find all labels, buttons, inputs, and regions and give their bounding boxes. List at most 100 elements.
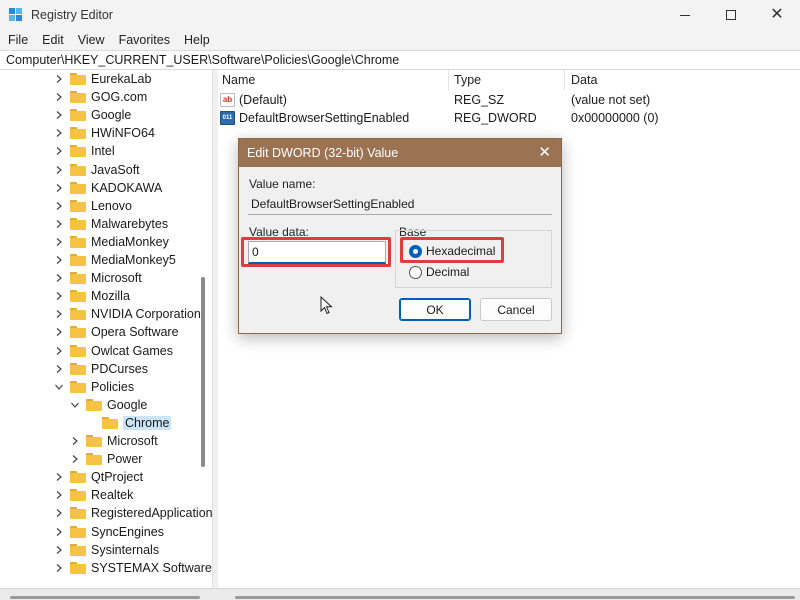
minimize-button[interactable] xyxy=(662,0,708,30)
chevron-right-icon[interactable] xyxy=(54,146,64,156)
menu-help[interactable]: Help xyxy=(184,33,210,47)
folder-icon xyxy=(70,489,86,502)
tree-item[interactable]: QtProject xyxy=(54,468,143,486)
tree-item-label: Intel xyxy=(91,144,115,159)
tree-item[interactable]: KADOKAWA xyxy=(54,179,162,197)
decimal-radio[interactable]: Decimal xyxy=(409,265,469,279)
tree-item[interactable]: MediaMonkey5 xyxy=(54,251,176,269)
tree-item[interactable]: PDCurses xyxy=(54,360,148,378)
menu-edit[interactable]: Edit xyxy=(42,33,64,47)
chevron-right-icon[interactable] xyxy=(54,201,64,211)
folder-icon xyxy=(86,435,102,447)
tree-item[interactable]: Malwarebytes xyxy=(54,215,168,233)
tree-item-label: Chrome xyxy=(123,415,172,430)
chevron-right-icon[interactable] xyxy=(54,309,64,319)
registry-editor-icon xyxy=(9,8,23,22)
chevron-right-icon[interactable] xyxy=(54,128,64,138)
chevron-right-icon[interactable] xyxy=(54,346,64,356)
tree-item-label: SYSTEMAX Software xyxy=(91,560,212,575)
chevron-right-icon[interactable] xyxy=(54,74,64,84)
chevron-right-icon[interactable] xyxy=(54,237,64,247)
values-horizontal-scrollbar[interactable] xyxy=(235,596,795,599)
tree-item-label: QtProject xyxy=(91,470,144,485)
column-header-name[interactable]: Name xyxy=(222,70,255,90)
chevron-down-icon[interactable] xyxy=(54,382,64,392)
tree-item[interactable]: Policies xyxy=(54,378,134,396)
address-bar[interactable]: Computer\HKEY_CURRENT_USER\Software\Poli… xyxy=(0,50,800,70)
window-title: Registry Editor xyxy=(31,8,113,22)
chevron-right-icon[interactable] xyxy=(54,327,64,337)
tree-item[interactable]: MediaMonkey xyxy=(54,233,169,251)
chevron-right-icon[interactable] xyxy=(54,527,64,537)
tree-item[interactable]: Microsoft xyxy=(70,432,158,450)
chevron-right-icon[interactable] xyxy=(54,92,64,102)
tree-item[interactable]: NVIDIA Corporation xyxy=(54,305,201,323)
tree-item[interactable]: Mozilla xyxy=(54,287,130,305)
chevron-right-icon[interactable] xyxy=(54,472,64,482)
tree-item[interactable]: Google xyxy=(54,106,131,124)
tree-item[interactable]: SyncEngines xyxy=(54,523,164,541)
folder-icon xyxy=(86,398,102,411)
tree-item-label: EurekaLab xyxy=(91,72,152,86)
chevron-right-icon[interactable] xyxy=(54,110,64,120)
tree-item-label: Malwarebytes xyxy=(91,216,169,231)
chevron-right-icon[interactable] xyxy=(54,563,64,573)
tree-item[interactable]: Google xyxy=(70,396,147,414)
value-name-label: Value name: xyxy=(249,177,316,191)
tree-item[interactable]: Lenovo xyxy=(54,197,132,215)
tree-item-label: SyncEngines xyxy=(91,524,164,539)
tree-item[interactable]: EurekaLab xyxy=(54,70,151,88)
column-divider[interactable] xyxy=(448,70,449,90)
tree-horizontal-scrollbar[interactable] xyxy=(10,596,200,599)
tree-item-label: Owlcat Games xyxy=(91,343,173,358)
close-button[interactable]: ✕ xyxy=(754,0,800,30)
chevron-right-icon[interactable] xyxy=(54,508,64,518)
tree-item[interactable]: Power xyxy=(70,450,142,468)
column-divider[interactable] xyxy=(564,70,565,90)
chevron-right-icon[interactable] xyxy=(54,165,64,175)
folder-icon xyxy=(70,235,86,248)
chevron-right-icon[interactable] xyxy=(54,273,64,283)
dialog-close-icon[interactable]: ✕ xyxy=(538,145,551,160)
chevron-right-icon[interactable] xyxy=(54,291,64,301)
chevron-right-icon[interactable] xyxy=(70,436,80,446)
chevron-down-icon[interactable] xyxy=(70,400,80,410)
menu-file[interactable]: File xyxy=(8,33,28,47)
maximize-button[interactable] xyxy=(708,0,754,30)
tree-item[interactable]: Opera Software xyxy=(54,323,179,341)
menu-view[interactable]: View xyxy=(78,33,105,47)
column-header-data[interactable]: Data xyxy=(571,70,597,90)
tree-item[interactable]: GOG.com xyxy=(54,88,147,106)
tree-item[interactable]: Intel xyxy=(54,142,115,160)
menu-favorites[interactable]: Favorites xyxy=(119,33,170,47)
value-row[interactable]: ab (Default) REG_SZ (value not set) xyxy=(220,91,790,109)
chevron-right-icon[interactable] xyxy=(54,490,64,500)
chevron-right-icon[interactable] xyxy=(54,255,64,265)
cancel-button[interactable]: Cancel xyxy=(480,298,552,321)
tree-item[interactable]: Microsoft xyxy=(54,269,142,287)
value-row[interactable]: 011 DefaultBrowserSettingEnabled REG_DWO… xyxy=(220,109,790,127)
tree-item[interactable]: Sysinternals xyxy=(54,541,159,559)
folder-icon xyxy=(70,344,86,357)
chevron-right-icon[interactable] xyxy=(70,454,80,464)
tree-item[interactable]: Chrome xyxy=(86,414,172,432)
chevron-right-icon[interactable] xyxy=(54,219,64,229)
tree-scrollbar[interactable] xyxy=(201,277,205,467)
hexadecimal-highlight xyxy=(400,237,504,263)
tree-item[interactable]: HWiNFO64 xyxy=(54,124,155,142)
tree-item[interactable]: RegisteredApplication xyxy=(54,504,212,522)
registry-tree[interactable]: EurekaLab GOG.com Google HWiNFO64 Intel JavaS… xyxy=(0,70,212,588)
folder-icon xyxy=(70,362,86,375)
tree-item[interactable]: Owlcat Games xyxy=(54,342,173,360)
chevron-right-icon[interactable] xyxy=(54,364,64,374)
ok-button[interactable]: OK xyxy=(399,298,471,321)
chevron-right-icon[interactable] xyxy=(54,183,64,193)
column-header-type[interactable]: Type xyxy=(454,70,481,90)
tree-item[interactable]: JavaSoft xyxy=(54,161,140,179)
tree-item-label: Microsoft xyxy=(91,271,142,286)
chevron-right-icon[interactable] xyxy=(54,545,64,555)
tree-item[interactable]: SYSTEMAX Software xyxy=(54,559,212,577)
value-type: REG_DWORD xyxy=(454,111,537,125)
tree-item[interactable]: Realtek xyxy=(54,486,133,504)
